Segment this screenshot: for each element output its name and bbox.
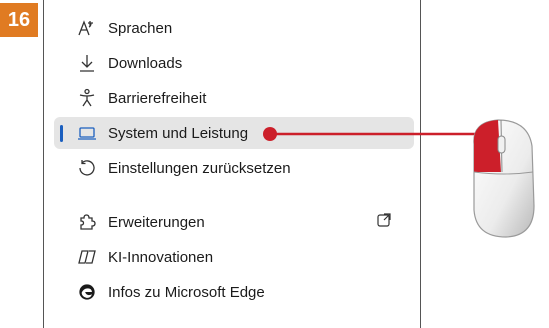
menu-item-downloads[interactable]: Downloads [54, 47, 414, 79]
laptop-icon [76, 122, 98, 144]
download-icon [76, 52, 98, 74]
menu-item-label: KI-Innovationen [108, 248, 214, 266]
accessibility-icon [76, 87, 98, 109]
menu-item-label: Sprachen [108, 19, 173, 37]
menu-item-label: Downloads [108, 54, 183, 72]
puzzle-icon [76, 211, 98, 233]
copilot-icon [76, 246, 98, 268]
menu-item-label: Barrierefreiheit [108, 89, 207, 107]
language-icon [76, 17, 98, 39]
settings-menu-panel: Sprachen Downloads Barrierefreiheit Syst… [43, 0, 421, 328]
menu-item-infos-zu-microsoft-edge[interactable]: Infos zu Microsoft Edge [54, 276, 414, 308]
menu-item-label: System und Leistung [108, 124, 249, 142]
menu-item-erweiterungen[interactable]: Erweiterungen [54, 206, 414, 238]
menu-item-label: Infos zu Microsoft Edge [108, 283, 265, 301]
menu-item-barrierefreiheit[interactable]: Barrierefreiheit [54, 82, 414, 114]
mouse-illustration [473, 119, 535, 238]
menu-item-system-und-leistung[interactable]: System und Leistung [54, 117, 414, 149]
step-number-badge: 16 [0, 3, 38, 37]
menu-item-sprachen[interactable]: Sprachen [54, 12, 414, 44]
menu-item-label: Erweiterungen [108, 213, 205, 231]
menu-item-ki-innovationen[interactable]: KI-Innovationen [54, 241, 414, 273]
menu-item-einstellungen-zuruecksetzen[interactable]: Einstellungen zurücksetzen [54, 152, 414, 184]
reset-icon [76, 157, 98, 179]
menu-item-label: Einstellungen zurücksetzen [108, 159, 291, 177]
edge-logo-icon [76, 281, 98, 303]
open-external-icon[interactable] [376, 212, 396, 232]
